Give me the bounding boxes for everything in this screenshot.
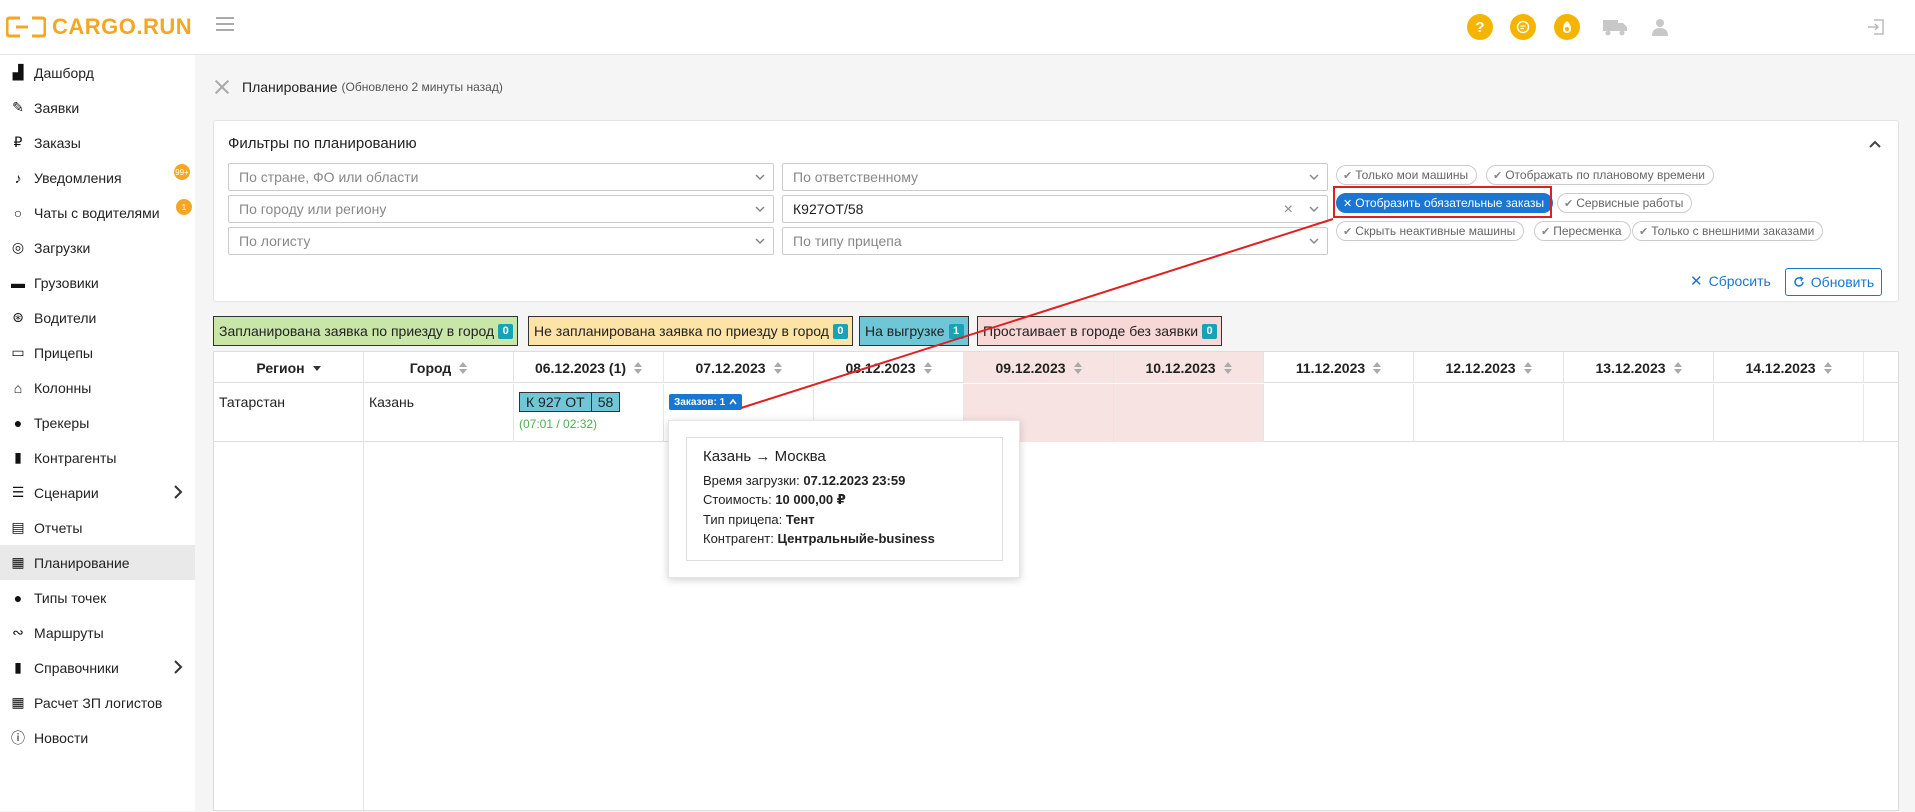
annotation-arrow — [740, 218, 1334, 409]
